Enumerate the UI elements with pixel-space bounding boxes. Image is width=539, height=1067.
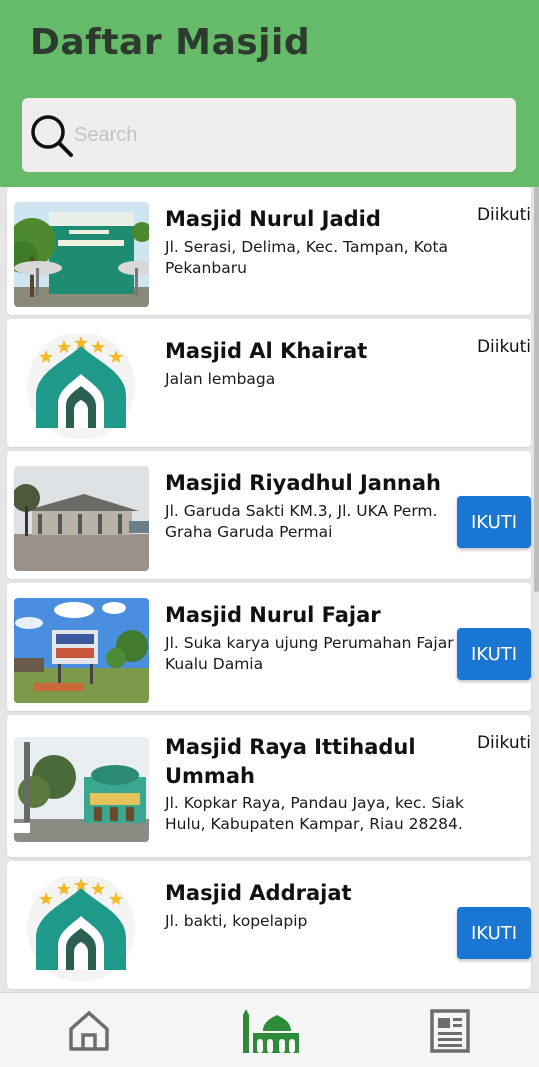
follow-button[interactable]: IKUTI <box>457 907 531 959</box>
masjid-address: Jl. Suka karya ujung Perumahan Fajar Kua… <box>165 634 454 673</box>
page-title: Daftar Masjid <box>30 22 311 63</box>
news-icon <box>430 1009 470 1053</box>
masjid-name: Masjid Nurul Fajar <box>165 603 381 627</box>
mosque-icon <box>243 1009 299 1053</box>
masjid-address: Jl. Kopkar Raya, Pandau Jaya, kec. Siak … <box>165 794 465 833</box>
masjid-list[interactable]: Masjid Nurul Jadid Jl. Serasi, Delima, K… <box>0 187 539 992</box>
masjid-address: Jl. bakti, kopelapip <box>165 912 308 930</box>
masjid-name: Masjid Raya Ittihadul Ummah <box>165 735 416 788</box>
masjid-photo <box>14 598 149 703</box>
masjid-photo <box>14 466 149 571</box>
follow-status: Diikuti <box>476 733 531 753</box>
follow-button[interactable]: IKUTI <box>457 496 531 548</box>
masjid-name: Masjid Riyadhul Jannah <box>165 471 441 495</box>
masjid-logo <box>14 334 149 439</box>
list-item[interactable]: Masjid Raya Ittihadul Ummah Jl. Kopkar R… <box>7 715 531 857</box>
scrollbar[interactable] <box>534 187 539 592</box>
masjid-name: Masjid Nurul Jadid <box>165 207 381 231</box>
list-item[interactable]: Masjid Al Khairat Jalan lembaga Diikuti <box>7 319 531 447</box>
search-input[interactable] <box>74 116 494 154</box>
list-item[interactable]: Masjid Nurul Jadid Jl. Serasi, Delima, K… <box>7 187 531 315</box>
bottom-navigation <box>0 992 539 1067</box>
masjid-name: Masjid Addrajat <box>165 881 352 905</box>
masjid-logo <box>14 876 149 981</box>
follow-status: Diikuti <box>476 337 531 357</box>
masjid-photo <box>14 202 149 307</box>
masjid-address: Jl. Garuda Sakti KM.3, Jl. UKA Perm. Gra… <box>165 502 438 541</box>
follow-status: Diikuti <box>476 205 531 225</box>
app-header: Daftar Masjid <box>0 0 539 187</box>
nav-news[interactable] <box>425 1007 475 1055</box>
masjid-name: Masjid Al Khairat <box>165 339 368 363</box>
list-item[interactable]: Masjid Addrajat Jl. bakti, kopelapip IKU… <box>7 861 531 989</box>
nav-home[interactable] <box>64 1007 114 1055</box>
masjid-address: Jalan lembaga <box>165 370 276 388</box>
list-item[interactable]: Masjid Riyadhul Jannah Jl. Garuda Sakti … <box>7 451 531 579</box>
masjid-address: Jl. Serasi, Delima, Kec. Tampan, Kota Pe… <box>165 238 449 277</box>
search-icon <box>28 112 76 160</box>
search-bar[interactable] <box>22 98 516 172</box>
masjid-photo <box>14 737 149 842</box>
follow-button[interactable]: IKUTI <box>457 628 531 680</box>
nav-masjid[interactable] <box>243 1007 299 1055</box>
home-icon <box>69 1011 109 1051</box>
list-item[interactable]: Masjid Nurul Fajar Jl. Suka karya ujung … <box>7 583 531 711</box>
